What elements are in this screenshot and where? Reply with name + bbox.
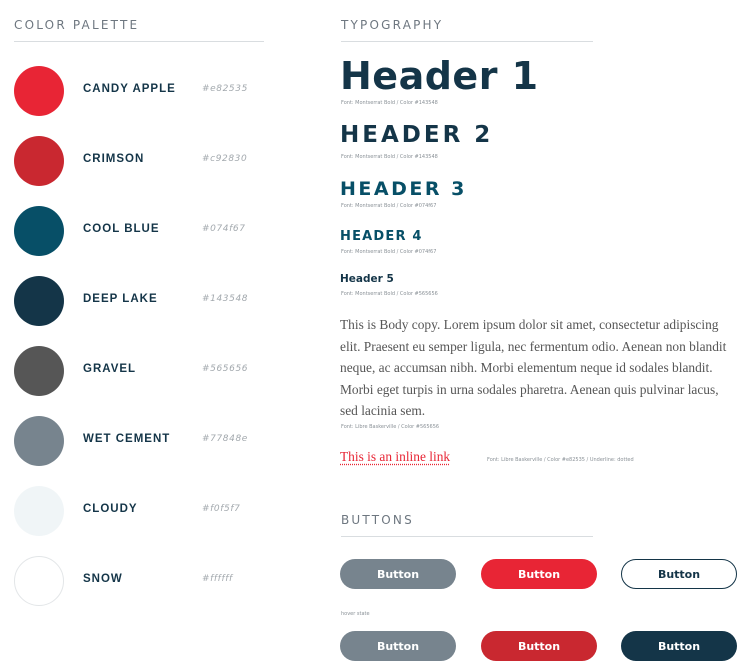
color-swatch bbox=[14, 136, 64, 186]
swatch-row: CANDY APPLE #e82535 bbox=[14, 66, 264, 116]
color-swatch bbox=[14, 346, 64, 396]
header-3-sample: HEADER 3 bbox=[340, 178, 467, 200]
color-swatch bbox=[14, 416, 64, 466]
header-4-caption: Font: Montserrat Bold / Color #074f67 bbox=[341, 249, 437, 255]
swatch-name: CRIMSON bbox=[83, 153, 145, 165]
header-1-caption: Font: Montserrat Bold / Color #143548 bbox=[341, 100, 438, 106]
palette-divider bbox=[14, 41, 264, 42]
color-swatch bbox=[14, 276, 64, 326]
swatch-hex: #77848e bbox=[202, 434, 248, 444]
swatch-name: SNOW bbox=[83, 573, 123, 585]
swatch-name: GRAVEL bbox=[83, 363, 137, 375]
swatch-name: DEEP LAKE bbox=[83, 293, 158, 305]
swatch-row: CLOUDY #f0f5f7 bbox=[14, 486, 264, 536]
header-5-sample: Header 5 bbox=[340, 273, 394, 285]
body-copy-caption: Font: Libre Baskerville / Color #565656 bbox=[341, 424, 440, 430]
color-swatch bbox=[14, 556, 64, 606]
swatch-row: GRAVEL #565656 bbox=[14, 346, 264, 396]
buttons-title: BUTTONS bbox=[341, 513, 414, 527]
body-copy-sample: This is Body copy. Lorem ipsum dolor sit… bbox=[340, 317, 727, 418]
hover-state-label: hover state bbox=[341, 611, 370, 617]
typography-title: TYPOGRAPHY bbox=[341, 18, 444, 32]
color-swatch bbox=[14, 206, 64, 256]
header-2-sample: HEADER 2 bbox=[340, 122, 494, 148]
swatch-hex: #f0f5f7 bbox=[202, 504, 241, 514]
swatch-hex: #143548 bbox=[202, 294, 249, 304]
palette-title: COLOR PALETTE bbox=[14, 18, 140, 32]
inline-link-caption: Font: Libre Baskerville / Color #e82535 … bbox=[487, 457, 634, 463]
swatch-name: WET CEMENT bbox=[83, 433, 171, 445]
swatch-row: SNOW #ffffff bbox=[14, 556, 264, 606]
swatch-hex: #ffffff bbox=[202, 574, 233, 584]
typography-divider bbox=[341, 41, 593, 42]
inline-link-sample[interactable]: This is an inline link bbox=[340, 449, 450, 465]
header-2-caption: Font: Montserrat Bold / Color #143548 bbox=[341, 154, 438, 160]
swatch-row: CRIMSON #c92830 bbox=[14, 136, 264, 186]
swatch-hex: #c92830 bbox=[202, 154, 248, 164]
color-swatch bbox=[14, 486, 64, 536]
gray-button[interactable]: Button bbox=[340, 559, 456, 589]
swatch-row: COOL BLUE #074f67 bbox=[14, 206, 264, 256]
red-button[interactable]: Button bbox=[481, 559, 597, 589]
header-5-caption: Font: Montserrat Bold / Color #565656 bbox=[341, 291, 438, 297]
swatch-name: CLOUDY bbox=[83, 503, 138, 515]
swatch-row: DEEP LAKE #143548 bbox=[14, 276, 264, 326]
swatch-name: CANDY APPLE bbox=[83, 83, 176, 95]
swatch-row: WET CEMENT #77848e bbox=[14, 416, 264, 466]
header-4-sample: HEADER 4 bbox=[340, 229, 423, 244]
swatch-hex: #074f67 bbox=[202, 224, 246, 234]
header-3-caption: Font: Montserrat Bold / Color #074f67 bbox=[341, 203, 437, 209]
swatch-name: COOL BLUE bbox=[83, 223, 160, 235]
swatch-hex: #565656 bbox=[202, 364, 249, 374]
buttons-divider bbox=[341, 536, 593, 537]
outline-button[interactable]: Button bbox=[621, 559, 737, 589]
color-swatch bbox=[14, 66, 64, 116]
swatch-hex: #e82535 bbox=[202, 84, 248, 94]
header-1-sample: Header 1 bbox=[340, 54, 539, 98]
